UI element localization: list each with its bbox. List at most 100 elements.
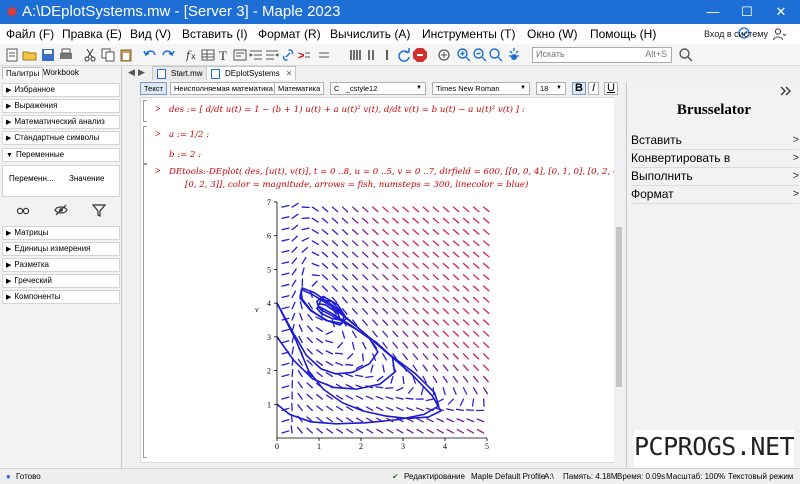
stop-icon[interactable] bbox=[412, 47, 428, 63]
copy-icon[interactable] bbox=[100, 47, 116, 63]
math-input-deplot-1[interactable]: DEtools:-DEplot( des, [u(t), v(t)], t = … bbox=[169, 167, 623, 177]
direction-arrow bbox=[472, 217, 480, 224]
function-icon[interactable]: fx bbox=[184, 47, 200, 63]
bold-button[interactable]: B bbox=[572, 82, 586, 95]
menu-help[interactable]: Помощь (H) bbox=[590, 27, 656, 41]
math-input-des[interactable]: des := [ d/dt u(t) = 1 − (b + 1) u(t) + … bbox=[169, 105, 525, 115]
tab-scroll-left-icon[interactable]: ◀ bbox=[128, 67, 135, 78]
minimize-button[interactable]: — bbox=[696, 0, 730, 24]
palette-section-units[interactable]: ▶ Единицы измерения bbox=[2, 242, 120, 256]
context-item-evaluate[interactable]: Выполнить > bbox=[631, 168, 799, 186]
undo-icon[interactable] bbox=[142, 47, 158, 63]
close-button[interactable]: ✕ bbox=[764, 0, 798, 24]
glasses-icon[interactable] bbox=[16, 203, 30, 217]
math-input-a[interactable]: a := 1/2 : bbox=[169, 130, 209, 140]
math-mode-button[interactable]: Математика bbox=[274, 82, 325, 95]
menu-file[interactable]: Файл (F) bbox=[6, 27, 54, 41]
context-item-format[interactable]: Формат > bbox=[631, 186, 799, 204]
hyperlink-icon[interactable] bbox=[280, 47, 296, 63]
direction-arrow bbox=[407, 387, 414, 394]
redo-icon[interactable] bbox=[160, 47, 176, 63]
math-input-b[interactable]: b := 2 : bbox=[169, 150, 201, 160]
direction-arrow bbox=[476, 418, 485, 423]
close-tab-icon[interactable]: ✕ bbox=[286, 69, 293, 78]
menu-insert[interactable]: Вставить (I) bbox=[182, 27, 248, 41]
new-document-icon[interactable] bbox=[4, 47, 20, 63]
user-icon[interactable] bbox=[772, 27, 786, 41]
collapse-icon[interactable] bbox=[316, 47, 332, 63]
palette-section-expressions[interactable]: ▶ Выражения bbox=[2, 99, 120, 113]
variables-column-value[interactable]: Значение bbox=[69, 174, 104, 183]
palette-section-favorites[interactable]: ▶ Избранное bbox=[2, 83, 120, 97]
cut-icon[interactable] bbox=[82, 47, 98, 63]
nonexec-math-button[interactable]: Неисполняемая математика bbox=[170, 82, 277, 95]
palette-section-components[interactable]: ▶ Компоненты bbox=[2, 290, 120, 304]
tab-scroll-right-icon[interactable]: ▶ bbox=[138, 67, 145, 78]
expand-panel-icon[interactable] bbox=[778, 84, 792, 98]
scrollbar-thumb[interactable] bbox=[616, 227, 622, 387]
table-icon[interactable] bbox=[200, 47, 216, 63]
filter-icon[interactable] bbox=[92, 203, 106, 217]
paste-icon[interactable] bbox=[118, 47, 134, 63]
palette-section-greek[interactable]: ▶ Греческий bbox=[2, 274, 120, 288]
math-input-deplot-2[interactable]: [0, 2, 3]], color = magnitude, arrows = … bbox=[185, 180, 528, 190]
palette-section-variables[interactable]: ▼ Переменные bbox=[2, 148, 120, 162]
direction-arrow bbox=[472, 330, 480, 337]
execute-selection-icon[interactable] bbox=[364, 47, 380, 63]
menu-format[interactable]: Формат (R) bbox=[258, 27, 321, 41]
zoom-out-icon[interactable] bbox=[472, 47, 488, 63]
context-item-convert[interactable]: Конвертировать в > bbox=[631, 150, 799, 168]
menu-edit[interactable]: Правка (E) bbox=[62, 27, 122, 41]
doc-tab-deplotsystems[interactable]: DEplotSystems ✕ bbox=[206, 66, 297, 80]
tab-workbook[interactable]: Workbook bbox=[40, 67, 82, 78]
outdent-icon[interactable] bbox=[264, 47, 280, 63]
underline-button[interactable]: U bbox=[604, 82, 618, 95]
direction-arrow bbox=[412, 319, 419, 326]
menu-window[interactable]: Окно (W) bbox=[527, 27, 578, 41]
direction-arrow bbox=[462, 206, 470, 213]
execute-all-icon[interactable] bbox=[348, 47, 364, 63]
italic-button[interactable]: I bbox=[588, 82, 600, 95]
palette-section-calculus[interactable]: ▶ Математический анализ bbox=[2, 115, 120, 129]
svg-text:x: x bbox=[191, 52, 196, 61]
menu-view[interactable]: Вид (V) bbox=[130, 27, 171, 41]
search-icon[interactable] bbox=[678, 47, 694, 63]
zoom-in-icon[interactable] bbox=[456, 47, 472, 63]
tab-palettes[interactable]: Палитры bbox=[2, 67, 44, 79]
phase-portrait-plot[interactable]: 0 1 2 3 4 5 1 2 3 4 5 6 7 u v bbox=[249, 194, 499, 456]
worksheet-scrollbar[interactable] bbox=[614, 97, 624, 463]
palette-section-matrices[interactable]: ▶ Матрицы bbox=[2, 226, 120, 240]
worksheet[interactable]: > des := [ d/dt u(t) = 1 − (b + 1) u(t) … bbox=[140, 97, 624, 463]
direction-arrow bbox=[375, 406, 384, 412]
direction-arrow bbox=[362, 341, 367, 350]
font-size-select[interactable]: 18 ▼ bbox=[536, 82, 566, 95]
execution-group-icon[interactable]: > bbox=[296, 47, 312, 63]
menu-tools[interactable]: Инструменты (T) bbox=[422, 27, 515, 41]
execute-icon[interactable] bbox=[380, 47, 396, 63]
style-select[interactable]: C _cstyle12 ▼ bbox=[330, 82, 426, 95]
indent-icon[interactable] bbox=[248, 47, 264, 63]
direction-arrow bbox=[321, 217, 329, 224]
menu-evaluate[interactable]: Вычислить (A) bbox=[330, 27, 410, 41]
text-mode-button[interactable]: Текст bbox=[140, 82, 167, 95]
login-link[interactable]: Вход в систему bbox=[704, 29, 768, 39]
section-icon[interactable] bbox=[232, 47, 248, 63]
open-folder-icon[interactable] bbox=[22, 47, 38, 63]
palette-section-common-symbols[interactable]: ▶ Стандартные символы bbox=[2, 131, 120, 145]
hide-eye-icon[interactable] bbox=[54, 203, 68, 217]
maximize-button[interactable]: ☐ bbox=[730, 0, 764, 24]
print-icon[interactable] bbox=[58, 47, 74, 63]
help-icon[interactable] bbox=[506, 47, 522, 63]
status-edit-mode[interactable]: Редактирование bbox=[404, 472, 465, 481]
save-icon[interactable] bbox=[40, 47, 56, 63]
font-select[interactable]: Times New Roman ▼ bbox=[432, 82, 530, 95]
search-input[interactable]: Искать Alt+S bbox=[532, 47, 672, 63]
context-item-insert[interactable]: Вставить > bbox=[631, 132, 799, 150]
restart-icon[interactable] bbox=[396, 47, 412, 63]
debug-icon[interactable] bbox=[436, 47, 452, 63]
palette-section-layout[interactable]: ▶ Разметка bbox=[2, 258, 120, 272]
direction-arrow bbox=[482, 375, 489, 383]
zoom-reset-icon[interactable] bbox=[488, 47, 504, 63]
text-icon[interactable]: T bbox=[216, 47, 232, 63]
variables-column-name[interactable]: Переменн... bbox=[9, 174, 54, 183]
